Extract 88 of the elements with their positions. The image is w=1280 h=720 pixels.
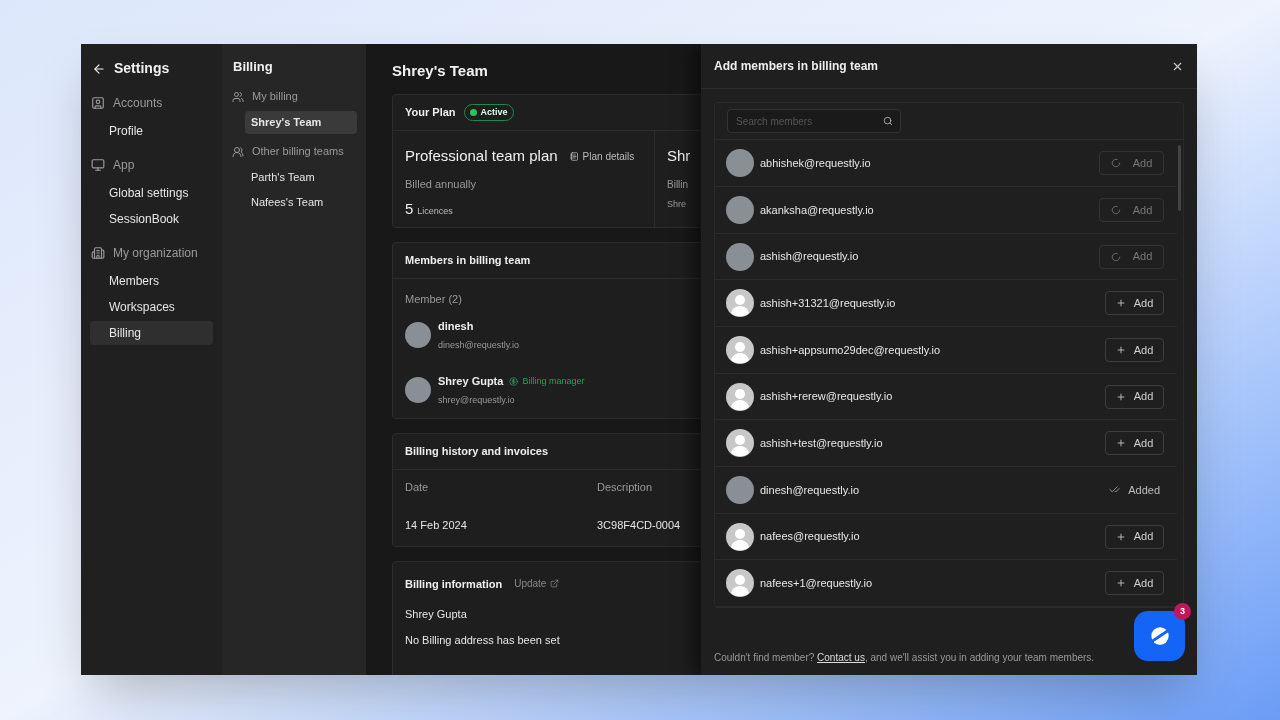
plan-name: Professional team plan xyxy=(405,146,558,166)
group-heading: Other billing teams xyxy=(252,144,344,160)
plus-icon xyxy=(1115,298,1126,309)
added-status: Added xyxy=(1128,482,1160,498)
team-icon xyxy=(232,145,244,158)
member-email: akanksha@requestly.io xyxy=(760,202,874,218)
add-button[interactable]: Add xyxy=(1099,151,1164,176)
member-email: ashish+test@requestly.io xyxy=(760,436,883,451)
section-heading: My organization xyxy=(113,245,198,262)
spinner-icon xyxy=(1110,251,1121,262)
sidebar-item[interactable]: SessionBook xyxy=(90,207,213,231)
plus-icon xyxy=(1115,391,1126,402)
licence-count: 5 xyxy=(405,199,414,219)
sidebar-item[interactable]: Billing xyxy=(90,321,213,345)
add-button[interactable]: Add xyxy=(1099,197,1164,222)
member-name: Shrey Gupta xyxy=(438,374,504,389)
plus-icon xyxy=(1115,531,1126,542)
page-title: Shrey's Team xyxy=(392,61,489,80)
member-email: shrey@requestly.io xyxy=(438,393,516,407)
add-button[interactable]: Add xyxy=(1105,384,1164,409)
document-icon xyxy=(569,151,579,161)
plus-icon xyxy=(1115,438,1126,449)
users-icon xyxy=(232,90,244,103)
member-email: abhishek@requestly.io xyxy=(760,156,871,172)
plan-column-text: Shre xyxy=(667,197,687,211)
plus-icon xyxy=(1115,578,1126,589)
member-email: ashish@requestly.io xyxy=(760,249,859,265)
member-name: dinesh xyxy=(438,319,474,334)
role-tag: Billing manager xyxy=(509,374,585,388)
drawer-title: Add members in billing team xyxy=(714,58,879,75)
card-heading: Members in billing team xyxy=(405,253,531,269)
add-button[interactable]: Add xyxy=(1105,337,1164,362)
team-item[interactable]: Shrey's Team xyxy=(245,110,357,134)
billing-cycle: Billed annually xyxy=(405,176,477,192)
sidebar-item[interactable]: Profile xyxy=(90,119,213,143)
member-email: nafees+1@requestly.io xyxy=(760,575,873,591)
sidebar-item[interactable]: Members xyxy=(90,269,213,293)
add-button[interactable]: Add xyxy=(1105,291,1164,316)
back-icon[interactable] xyxy=(92,61,106,76)
sidebar-item[interactable]: Global settings xyxy=(90,181,213,205)
table-cell-text: 3C98F4CD-0004 xyxy=(597,518,681,534)
billing-info-text: No Billing address has been set xyxy=(405,632,561,648)
member-email: ashish+31321@requestly.io xyxy=(760,296,896,312)
billing-title: Billing xyxy=(232,58,274,76)
help-text: Couldn't find member? Contact us, and we'll assist you in adding your team members. xyxy=(714,651,1095,665)
card-heading: Your Plan xyxy=(405,105,456,121)
building-icon xyxy=(91,246,105,260)
team-item[interactable]: Nafees's Team xyxy=(245,190,357,214)
plan-column-text: Billin xyxy=(667,177,690,192)
plan-column-title: Shr xyxy=(667,146,691,166)
add-button[interactable]: Add xyxy=(1105,431,1164,456)
settings-title: Settings xyxy=(114,59,170,78)
search-field[interactable]: Search members xyxy=(727,109,901,134)
spinner-icon xyxy=(1110,158,1121,169)
update-link[interactable]: Update xyxy=(514,576,560,592)
column-header: Date xyxy=(405,480,430,496)
licence-label: Licences xyxy=(417,205,453,218)
monitor-icon xyxy=(91,158,105,172)
group-heading: My billing xyxy=(252,89,298,105)
add-button[interactable]: Add xyxy=(1099,244,1164,269)
avatar-photo xyxy=(405,377,431,403)
scrollbar[interactable] xyxy=(1178,145,1181,211)
section-heading: Accounts xyxy=(113,95,163,112)
avatar-photo xyxy=(405,322,431,348)
section-heading: App xyxy=(113,157,135,174)
member-email: ashish+rerew@requestly.io xyxy=(760,389,893,405)
team-item[interactable]: Parth's Team xyxy=(245,165,357,189)
table-cell-text: 14 Feb 2024 xyxy=(405,518,468,534)
add-button[interactable]: Add xyxy=(1105,524,1164,549)
contact-link[interactable]: Contact us xyxy=(817,652,865,663)
member-email: dinesh@requestly.io xyxy=(438,338,519,352)
column-header: Description xyxy=(597,480,653,496)
account-icon xyxy=(91,96,105,110)
plus-icon xyxy=(1115,344,1126,355)
search-icon xyxy=(883,116,893,127)
card-heading: Billing history and invoices xyxy=(405,443,549,459)
member-email: ashish+appsumo29dec@requestly.io xyxy=(760,342,941,358)
plan-details-link[interactable]: Plan details xyxy=(569,148,635,164)
member-email: dinesh@requestly.io xyxy=(760,482,860,498)
billing-info-text: Shrey Gupta xyxy=(405,607,468,622)
add-button[interactable]: Add xyxy=(1105,571,1164,596)
spinner-icon xyxy=(1110,204,1121,215)
sidebar-item[interactable]: Workspaces xyxy=(90,295,213,319)
member-email: nafees@requestly.io xyxy=(760,529,860,545)
member-count: Member (2) xyxy=(404,292,463,307)
dollar-icon xyxy=(509,376,519,386)
card-heading: Billing information xyxy=(405,576,503,592)
external-link-icon xyxy=(550,579,560,589)
